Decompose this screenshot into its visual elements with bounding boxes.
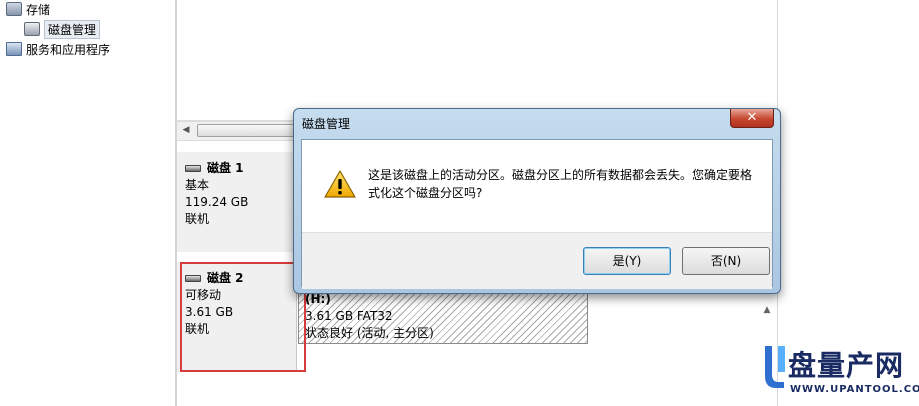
dialog-title: 磁盘管理 xyxy=(302,117,351,131)
tree-item-services[interactable]: 服务和应用程序 xyxy=(6,40,110,58)
warning-icon xyxy=(324,170,356,198)
u-logo-icon xyxy=(765,346,785,388)
highlight-disk-2 xyxy=(180,262,306,372)
volume-list-pane xyxy=(177,0,777,121)
services-icon xyxy=(6,42,22,56)
no-button[interactable]: 否(N) xyxy=(682,247,770,275)
watermark-logo: 盘量产网 WWW.UPANTOOL.COM xyxy=(760,340,919,406)
partition-size-fs: 3.61 GB FAT32 xyxy=(305,309,393,323)
disk-icon xyxy=(185,165,201,172)
disk-1-name: 磁盘 1 xyxy=(207,161,244,175)
storage-icon xyxy=(6,2,22,16)
disk-1-status: 联机 xyxy=(185,212,210,226)
dialog-body: 这是该磁盘上的活动分区。磁盘分区上的所有数据都会丢失。您确定要格式化这个磁盘分区… xyxy=(301,139,773,289)
navigation-tree: 存储 磁盘管理 服务和应用程序 xyxy=(0,0,176,406)
disk-1-title: 磁盘 1 xyxy=(185,160,296,177)
tree-item-disk-management[interactable]: 磁盘管理 xyxy=(24,19,101,39)
disk-1-size: 119.24 GB xyxy=(185,195,249,209)
tree-item-storage[interactable]: 存储 xyxy=(6,0,50,18)
confirm-dialog: 磁盘管理 ✕ 这是该磁盘上的活动分区。磁盘分区上的所有数据都会丢失。您确定要格式… xyxy=(293,108,781,294)
partition-health: 状态良好 (活动, 主分区) xyxy=(305,326,434,340)
partition-info: (H:) 3.61 GB FAT32 状态良好 (活动, 主分区) xyxy=(305,291,434,342)
tree-item-disk-management-label: 磁盘管理 xyxy=(44,19,101,39)
disk-1-type: 基本 xyxy=(185,178,210,192)
yes-button[interactable]: 是(Y) xyxy=(583,247,671,275)
watermark-url: WWW.UPANTOOL.COM xyxy=(790,384,919,395)
scroll-up-icon[interactable]: ▲ xyxy=(760,305,774,319)
disk-1-label[interactable]: 磁盘 1 基本 119.24 GB 联机 xyxy=(177,152,297,252)
disk-management-icon xyxy=(24,22,40,36)
scroll-left-icon[interactable]: ◀ xyxy=(179,124,193,137)
dialog-message: 这是该磁盘上的活动分区。磁盘分区上的所有数据都会丢失。您确定要格式化这个磁盘分区… xyxy=(368,168,753,200)
dialog-message-area: 这是该磁盘上的活动分区。磁盘分区上的所有数据都会丢失。您确定要格式化这个磁盘分区… xyxy=(302,140,772,232)
watermark-brand: 盘量产网 xyxy=(788,349,905,382)
close-button[interactable]: ✕ xyxy=(730,109,774,128)
dialog-button-bar: 是(Y) 否(N) xyxy=(302,232,772,289)
tree-item-storage-label: 存储 xyxy=(26,2,51,17)
tree-item-services-label: 服务和应用程序 xyxy=(26,42,111,57)
